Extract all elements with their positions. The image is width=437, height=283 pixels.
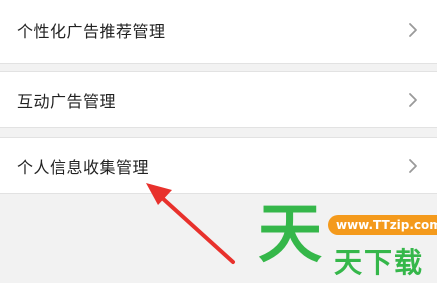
watermark-logo: 天 www.TTzip.com 天下载	[258, 198, 437, 283]
settings-item-label: 个人信息收集管理	[17, 157, 150, 177]
chevron-right-icon	[406, 22, 420, 38]
chevron-right-icon	[406, 92, 420, 108]
settings-item-interactive-ads[interactable]: 互动广告管理	[0, 71, 437, 128]
settings-item-label: 个性化广告推荐管理	[17, 21, 166, 41]
watermark-url: www.TTzip.com	[328, 215, 437, 235]
watermark-name: 天下载	[334, 246, 425, 279]
settings-item-personal-info-collection[interactable]: 个人信息收集管理	[0, 137, 437, 194]
settings-item-personalized-ads[interactable]: 个性化广告推荐管理	[0, 0, 437, 64]
settings-item-label: 互动广告管理	[17, 91, 117, 111]
settings-page: 个性化广告推荐管理 互动广告管理 个人信息收集管理 天 www.TTzip.co…	[0, 0, 437, 283]
chevron-right-icon	[406, 158, 420, 174]
watermark-logo-char: 天	[258, 198, 322, 272]
